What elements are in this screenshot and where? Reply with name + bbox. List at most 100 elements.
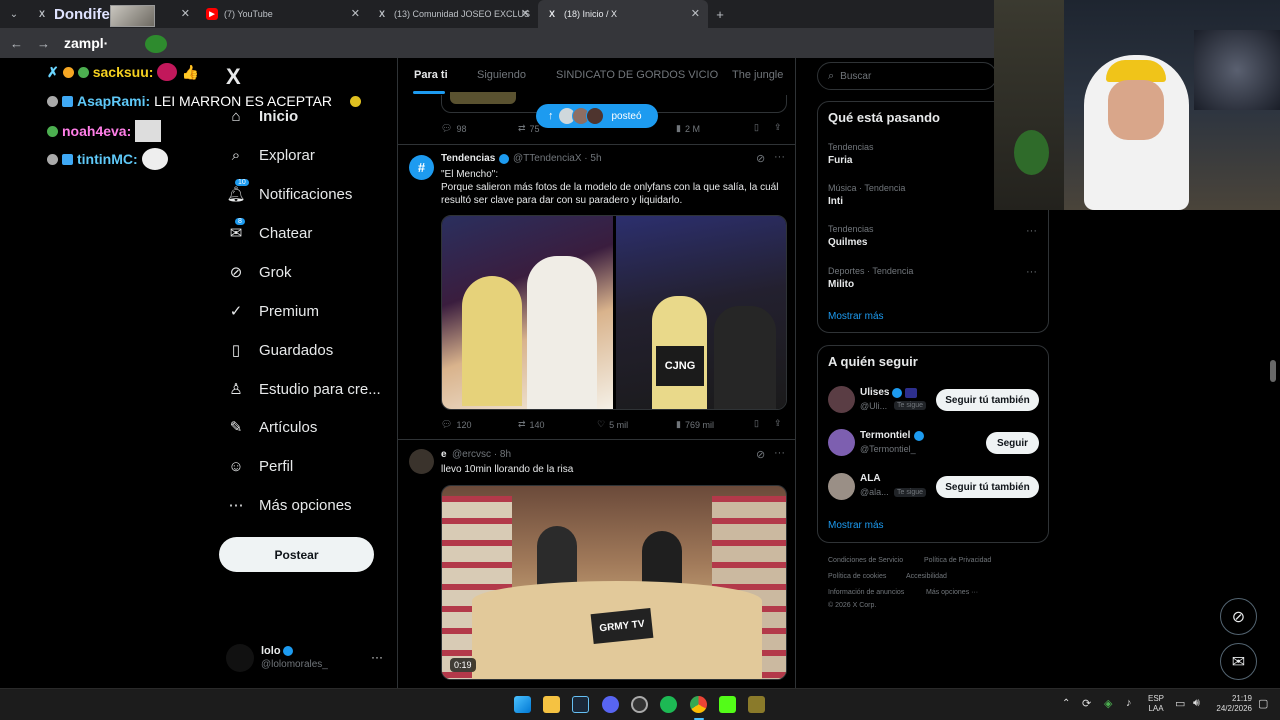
more-options-icon[interactable]: ··· [1026, 266, 1037, 278]
nav-item-inicio[interactable]: ⌂ Inicio [227, 107, 298, 125]
close-icon[interactable]: ✕ [181, 7, 190, 20]
legal-link[interactable]: Política de cookies [828, 573, 886, 580]
more-options-icon[interactable]: ··· [774, 151, 785, 163]
view-count[interactable]: ▮ 2 M [676, 123, 700, 134]
tweet-video[interactable]: GRMY TV 0:19 [441, 485, 787, 680]
bookmark-button[interactable]: ▯ [754, 418, 759, 429]
spotify-icon[interactable] [660, 696, 677, 713]
search-box[interactable]: ⌕ Buscar [817, 62, 997, 90]
grok-icon[interactable]: ⊘ [756, 448, 765, 461]
obs-icon[interactable] [631, 696, 648, 713]
view-count[interactable]: ▮ 769 mil [676, 419, 714, 430]
sync-icon[interactable]: ⟳ [1082, 697, 1091, 710]
follow-name[interactable]: Termontiel [860, 430, 910, 441]
tweet-author-name[interactable]: Tendencias [441, 153, 495, 164]
legal-link[interactable]: Política de Privacidad [924, 557, 991, 564]
tweet-photo-grid[interactable]: CJNG [441, 215, 787, 410]
share-button[interactable]: ⇪ [774, 122, 782, 133]
follow-button[interactable]: Seguir [986, 432, 1039, 454]
avatar[interactable] [828, 473, 855, 500]
tab-list-icon[interactable]: ⌄ [0, 9, 28, 20]
app-icon[interactable] [748, 696, 765, 713]
nav-item-grok[interactable]: ⊘ Grok [227, 263, 292, 282]
nav-item-guardados[interactable]: ▯ Guardados [227, 341, 333, 360]
page-scrollbar-thumb[interactable] [1270, 360, 1276, 382]
follow-name[interactable]: ALA [860, 473, 881, 484]
back-arrow-icon[interactable]: ← [10, 36, 23, 51]
avatar[interactable] [828, 429, 855, 456]
share-button[interactable]: ⇪ [774, 418, 782, 429]
nav-item-premium[interactable]: ✓ Premium [227, 302, 319, 321]
tab-siguiendo[interactable]: Siguiendo [477, 69, 526, 81]
trend-name[interactable]: Furia [828, 155, 852, 166]
post-button[interactable]: Postear [219, 537, 374, 572]
trend-name[interactable]: Milito [828, 279, 854, 290]
legal-link[interactable]: Información de anuncios [828, 589, 904, 596]
reply-count[interactable]: 💬︎ 98 [441, 123, 466, 134]
retweet-count[interactable]: ⇄ 75 [518, 123, 540, 134]
close-icon[interactable]: ✕ [691, 7, 700, 20]
nav-item-perfil[interactable]: ☺ Perfil [227, 457, 293, 475]
follow-name[interactable]: Ulises [860, 387, 889, 398]
close-icon[interactable]: ✕ [521, 7, 530, 20]
search-input[interactable]: Buscar [840, 71, 871, 82]
messages-float-button[interactable]: ✉ [1220, 643, 1257, 680]
notification-bell-icon[interactable]: ▢ [1258, 697, 1268, 710]
chevron-up-icon[interactable]: ⌃ [1062, 698, 1070, 709]
kick-icon[interactable] [719, 696, 736, 713]
new-posts-pill[interactable]: ↑ posteó [536, 104, 658, 128]
steam-icon[interactable] [572, 696, 589, 713]
follow-button[interactable]: Seguir tú también [936, 389, 1039, 411]
windows-start-icon[interactable] [514, 696, 531, 713]
tweet-author-name[interactable]: e [441, 449, 447, 460]
show-more-follow-link[interactable]: Mostrar más [828, 520, 884, 531]
tab-youtube[interactable]: ▶ (7) YouTube ✕ [198, 0, 368, 28]
retweet-count[interactable]: ⇄ 140 [518, 419, 545, 430]
x-logo-icon[interactable]: X [226, 64, 241, 90]
nav-item-articulos[interactable]: ✎ Artículos [227, 418, 318, 437]
tab-the-jungle[interactable]: The jungle [732, 69, 783, 81]
microphone-icon[interactable]: ♪ [1126, 697, 1132, 709]
bookmark-button[interactable]: ▯ [754, 122, 759, 133]
account-menu-icon[interactable]: ··· [371, 650, 383, 664]
trend-name[interactable]: Inti [828, 196, 843, 207]
nav-item-chatear[interactable]: ✉ 8 Chatear [227, 218, 312, 242]
legal-link[interactable]: Condiciones de Servicio [828, 557, 903, 564]
tab-comunidad[interactable]: X (13) Comunidad JOSEO EXCLUS ✕ [368, 0, 538, 28]
chrome-icon[interactable] [690, 696, 707, 713]
tab-sindicato[interactable]: SINDICATO DE GORDOS VICIO [556, 69, 718, 81]
grok-float-button[interactable]: ⊘ [1220, 598, 1257, 635]
nav-item-notificaciones[interactable]: 🔔︎ 10 Notificaciones [226, 179, 352, 203]
retweet-icon: ⇄ [518, 123, 526, 133]
nav-item-mas-opciones[interactable]: ⋯ Más opciones [227, 496, 352, 515]
file-explorer-icon[interactable] [543, 696, 560, 713]
legal-link[interactable]: Más opciones ··· [926, 589, 978, 596]
clock[interactable]: 21:19 24/2/2026 [1208, 694, 1252, 714]
grok-icon[interactable]: ⊘ [756, 152, 765, 165]
follow-button[interactable]: Seguir tú también [936, 476, 1039, 498]
language-indicator[interactable]: ESP LAA [1148, 694, 1164, 714]
badge-icon [47, 125, 58, 137]
trend-name[interactable]: Quilmes [828, 237, 867, 248]
avatar[interactable] [409, 449, 434, 474]
avatar[interactable] [828, 386, 855, 413]
show-more-trends-link[interactable]: Mostrar más [828, 311, 884, 322]
reply-count[interactable]: 💬︎ 120 [441, 419, 471, 430]
more-options-icon[interactable]: ··· [774, 447, 785, 459]
security-icon[interactable]: ◈ [1104, 697, 1112, 710]
hashtag-avatar-icon[interactable]: # [409, 155, 434, 180]
nav-item-explorar[interactable]: ⌕ Explorar [227, 146, 315, 164]
more-options-icon[interactable]: ··· [1026, 225, 1037, 237]
new-tab-button[interactable]: + [708, 7, 732, 22]
forward-arrow-icon[interactable]: → [37, 36, 50, 51]
network-icon[interactable]: ▭ [1175, 697, 1185, 710]
legal-link[interactable]: Accesibilidad [906, 573, 947, 580]
tab-para-ti[interactable]: Para ti [414, 69, 448, 81]
nav-item-estudio[interactable]: ♙ Estudio para cre... [227, 380, 380, 399]
discord-icon[interactable] [602, 696, 619, 713]
close-icon[interactable]: ✕ [351, 7, 360, 20]
like-count[interactable]: ♡ 5 mil [597, 419, 628, 430]
volume-icon[interactable]: 🔊︎ [1193, 697, 1200, 710]
account-avatar[interactable] [226, 644, 254, 672]
tab-inicio-x[interactable]: X (18) Inicio / X ✕ [538, 0, 708, 28]
